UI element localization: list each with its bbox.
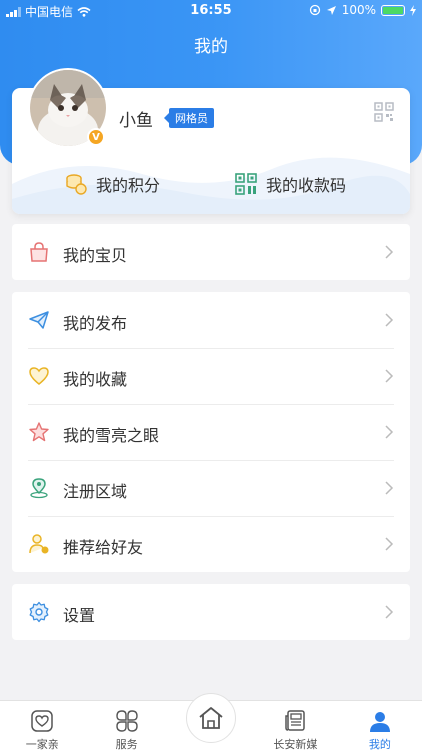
tab-mine[interactable]: 我的: [338, 701, 422, 750]
page-title: 我的: [194, 37, 228, 57]
menu-label-favorites: 我的收藏: [63, 370, 128, 389]
location-arrow-icon: [326, 5, 336, 15]
shopping-bag-icon: [30, 242, 48, 262]
chevron-right-icon: [385, 245, 394, 259]
menu-item-recommend[interactable]: 推荐给好友: [12, 516, 410, 572]
paper-plane-icon: [29, 311, 49, 329]
tab-label-family: 一家亲: [25, 738, 59, 750]
user-icon: [369, 712, 390, 732]
my-paycode-button[interactable]: 我的收款码: [234, 172, 346, 196]
heart-frame-icon: [31, 710, 53, 732]
chevron-right-icon: [385, 425, 394, 439]
menu-item-publish[interactable]: 我的发布: [12, 292, 410, 348]
menu-item-eyes[interactable]: 我的雪亮之眼: [12, 404, 410, 460]
tab-media[interactable]: 长安新媒: [253, 701, 337, 750]
newspaper-icon: [285, 710, 306, 731]
chevron-right-icon: [385, 481, 394, 495]
my-paycode-label: 我的收款码: [266, 176, 347, 195]
menu-label-settings: 设置: [63, 606, 96, 625]
chevron-right-icon: [385, 537, 394, 551]
tab-label-media: 长安新媒: [273, 738, 318, 750]
menu-label-region: 注册区域: [63, 482, 128, 501]
home-icon: [199, 707, 223, 729]
menu-item-settings[interactable]: 设置: [12, 584, 410, 640]
username: 小鱼: [119, 111, 153, 131]
tab-label-service: 服务: [115, 738, 138, 750]
menu-label-publish: 我的发布: [63, 314, 128, 333]
location-pin-icon: [30, 478, 48, 499]
chevron-right-icon: [385, 605, 394, 619]
tab-label-mine: 我的: [368, 738, 391, 750]
section-main-menu: 我的发布 我的收藏 我的雪亮之眼 注册区域 推荐给好友: [12, 292, 410, 572]
my-points-button[interactable]: 我的积分: [64, 172, 160, 196]
status-bar: 中国电信 16:55 100%: [0, 0, 422, 24]
coins-icon: [66, 174, 87, 195]
tab-family[interactable]: 一家亲: [0, 701, 84, 750]
charging-icon: [410, 4, 416, 16]
qr-code-icon[interactable]: [374, 102, 394, 122]
user-add-icon: [29, 534, 49, 554]
menu-item-region[interactable]: 注册区域: [12, 460, 410, 516]
menu-label-eyes: 我的雪亮之眼: [63, 426, 160, 445]
menu-item-favorites[interactable]: 我的收藏: [12, 348, 410, 404]
battery-percent: 100%: [341, 3, 376, 17]
section-settings: 设置: [12, 584, 410, 640]
clover-grid-icon: [115, 710, 138, 732]
menu-label-recommend: 推荐给好友: [63, 538, 144, 557]
star-icon: [29, 422, 49, 442]
role-badge: 网格员: [164, 108, 214, 128]
battery-icon: [381, 4, 405, 16]
gear-icon: [29, 601, 49, 623]
heart-icon: [29, 367, 49, 385]
menu-label-treasure: 我的宝贝: [63, 246, 128, 265]
section-treasure: 我的宝贝: [12, 224, 410, 280]
chevron-right-icon: [385, 313, 394, 327]
tab-service[interactable]: 服务: [84, 701, 168, 750]
lock-rotation-icon: [309, 4, 320, 16]
chevron-right-icon: [385, 369, 394, 383]
paycode-icon: [235, 173, 257, 195]
menu-item-treasure[interactable]: 我的宝贝: [12, 224, 410, 280]
my-points-label: 我的积分: [96, 176, 161, 195]
verified-badge: V: [87, 128, 105, 146]
home-button[interactable]: [186, 693, 236, 743]
